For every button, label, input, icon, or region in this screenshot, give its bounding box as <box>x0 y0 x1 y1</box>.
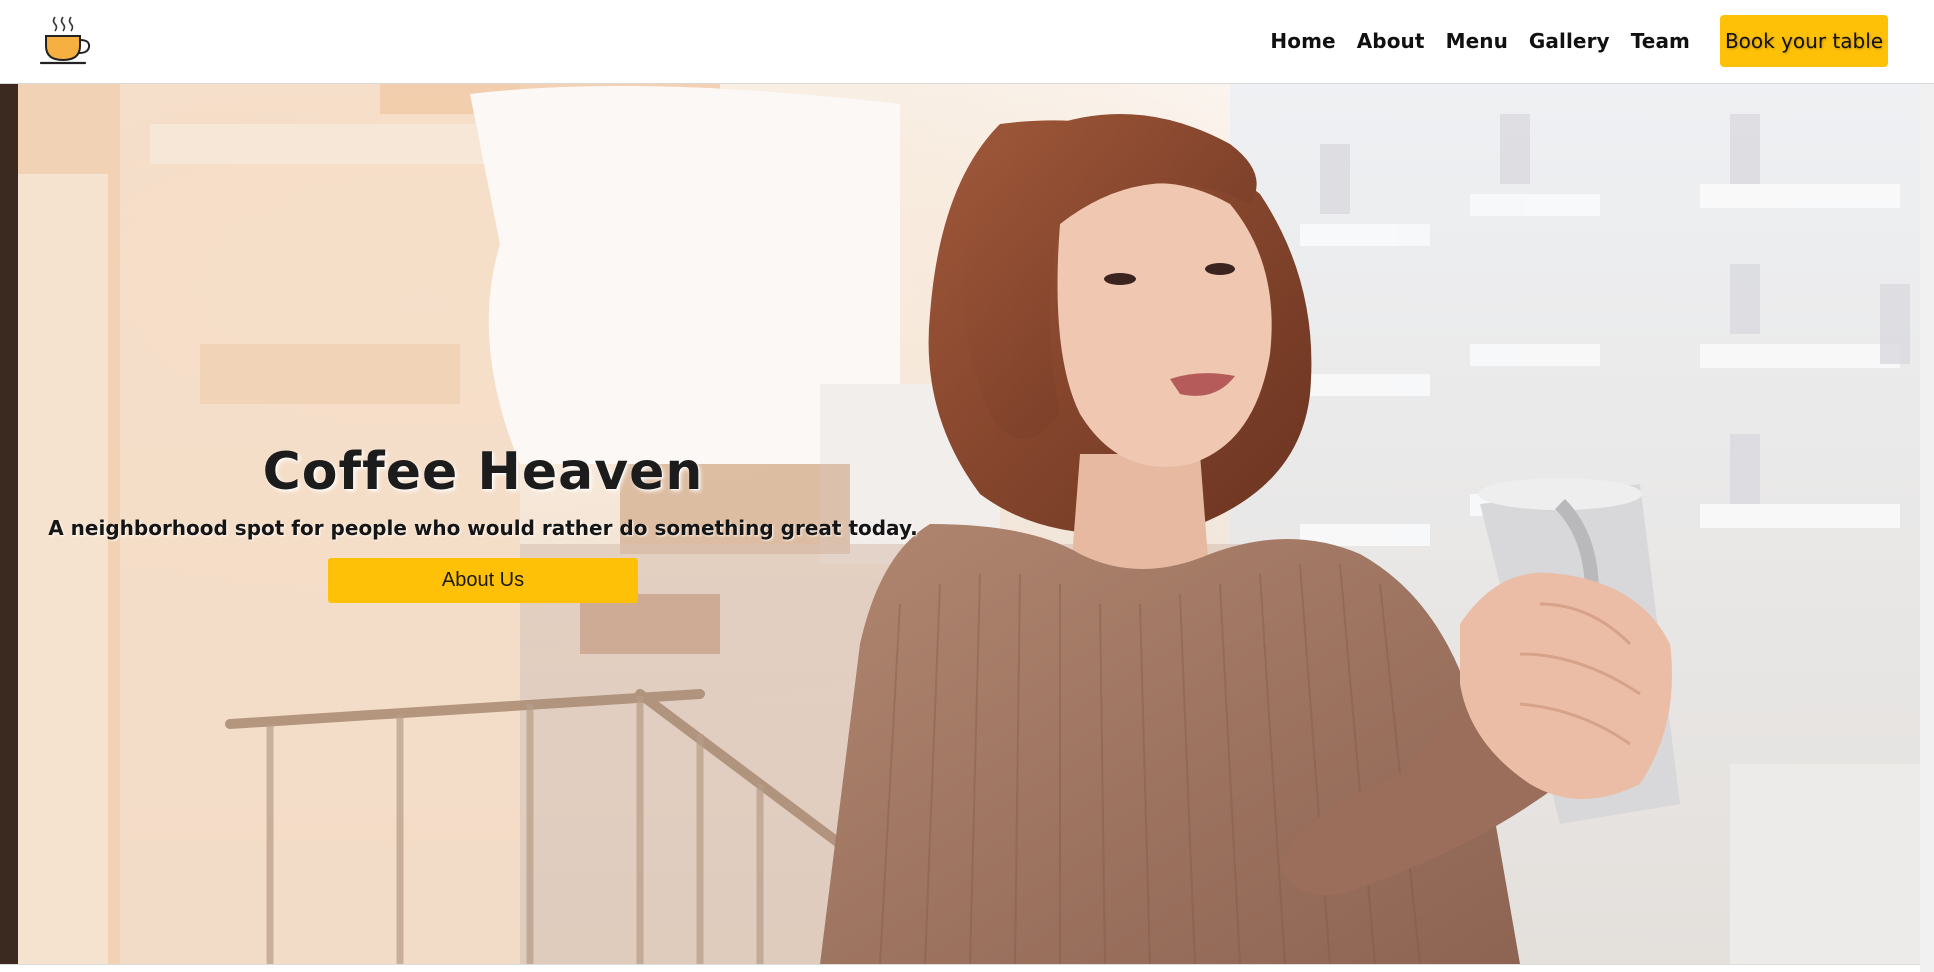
hero-text-block: Coffee Heaven A neighborhood spot for pe… <box>0 442 966 603</box>
navbar: Home About Menu Gallery Team Book your t… <box>0 0 1934 84</box>
hero-title: Coffee Heaven <box>262 442 704 502</box>
section-divider <box>0 964 1920 972</box>
main-nav: Home About Menu Gallery Team Book your t… <box>1249 15 1888 67</box>
hero-subtitle: A neighborhood spot for people who would… <box>48 516 918 540</box>
hero-section: Coffee Heaven A neighborhood spot for pe… <box>0 84 1920 964</box>
nav-link-home[interactable]: Home <box>1270 29 1335 53</box>
about-us-button[interactable]: About Us <box>328 558 638 603</box>
page-scrollbar[interactable] <box>1920 84 1934 972</box>
nav-link-gallery[interactable]: Gallery <box>1529 29 1610 53</box>
nav-link-menu[interactable]: Menu <box>1446 29 1508 53</box>
coffee-cup-icon[interactable] <box>38 14 94 68</box>
nav-link-about[interactable]: About <box>1357 29 1425 53</box>
nav-link-team[interactable]: Team <box>1631 29 1690 53</box>
book-table-button[interactable]: Book your table <box>1720 15 1888 67</box>
